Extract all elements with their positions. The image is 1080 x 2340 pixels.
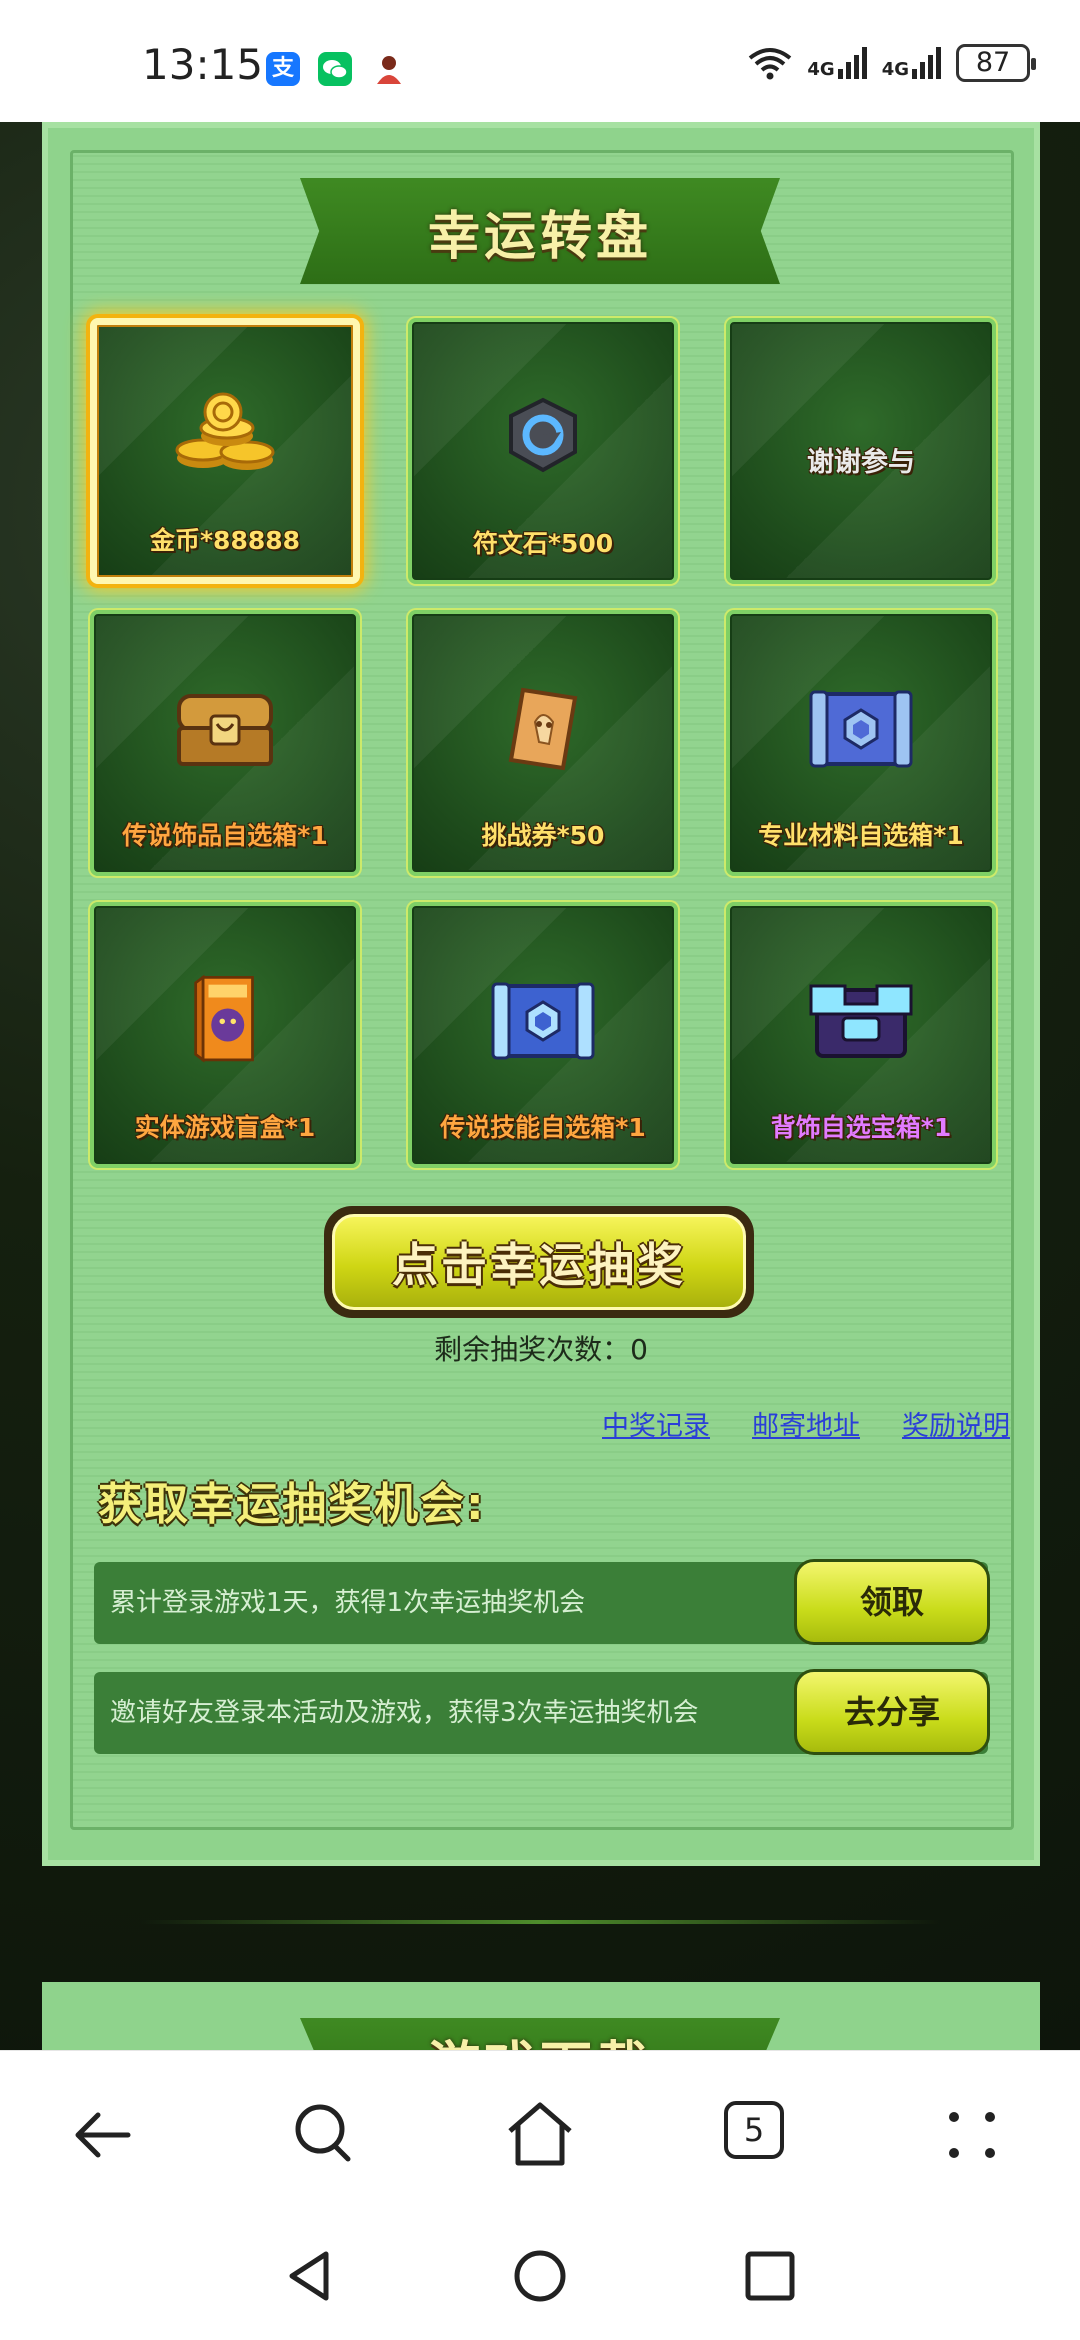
prize-cell[interactable]: 挑战券*50 (408, 610, 678, 876)
battery-indicator: 87 (956, 44, 1036, 82)
prize-label: 传说技能自选箱*1 (440, 1113, 646, 1142)
prize-label: 传说饰品自选箱*1 (122, 821, 328, 850)
legend-accessory-chest-icon (177, 693, 273, 766)
prize-cell[interactable]: 金币*88888 (90, 318, 360, 584)
tab-count: 5 (724, 2101, 784, 2159)
skill-chest-icon (491, 982, 595, 1060)
draw-button-label: 点击幸运抽奖 (392, 1238, 686, 1292)
download-panel: 游戏下载 (42, 1982, 1040, 2050)
prize-cell[interactable]: 传说饰品自选箱*1 (90, 610, 360, 876)
share-button[interactable]: 去分享 (794, 1669, 990, 1755)
wechat-icon (318, 52, 352, 86)
reward-rules-link[interactable]: 奖励说明 (902, 1404, 1010, 1443)
download-title-banner: 游戏下载 (300, 2018, 780, 2050)
blind-box-icon (194, 974, 254, 1063)
draw-lottery-button[interactable]: 点击幸运抽奖 (324, 1206, 754, 1318)
draw-button-face: 点击幸运抽奖 (332, 1214, 746, 1310)
lottery-panel: 幸运转盘 金币*88888 符文石*500 谢谢参与 传说饰品自选箱*1 挑战券… (42, 122, 1040, 1866)
task-row: 累计登录游戏1天，获得1次幸运抽奖机会 领取 (94, 1559, 990, 1645)
lottery-links: 中奖记录 邮寄地址 奖励说明 (602, 1404, 1010, 1443)
win-record-link[interactable]: 中奖记录 (602, 1404, 710, 1443)
prize-label: 实体游戏盲盒*1 (134, 1113, 316, 1142)
prize-label: 背饰自选宝箱*1 (770, 1113, 952, 1142)
status-time: 13:15 (142, 40, 264, 89)
signal-label: 4G (807, 59, 835, 80)
prize-grid: 金币*88888 符文石*500 谢谢参与 传说饰品自选箱*1 挑战券*50 专… (90, 318, 1000, 1168)
signal-label: 4G (881, 59, 909, 80)
rune-stone-icon (509, 397, 577, 472)
task-description: 累计登录游戏1天，获得1次幸运抽奖机会 (110, 1588, 586, 1618)
section-divider (140, 1920, 940, 1924)
mailing-address-link[interactable]: 邮寄地址 (752, 1404, 860, 1443)
remaining-draws: 剩余抽奖次数：0 (434, 1333, 648, 1366)
gold-coins-icon (175, 392, 275, 470)
search-icon[interactable] (286, 2097, 366, 2173)
home-icon[interactable] (500, 2097, 580, 2173)
lottery-title-banner: 幸运转盘 (300, 178, 780, 284)
status-indicators: 4G 4G 87 (747, 44, 1036, 82)
nav-home-icon[interactable] (512, 2248, 568, 2304)
download-title: 游戏下载 (428, 2024, 652, 2050)
web-page: 幸运转盘 金币*88888 符文石*500 谢谢参与 传说饰品自选箱*1 挑战券… (0, 122, 1080, 2050)
nav-recents-icon[interactable] (742, 2248, 798, 2304)
prize-label: 专业材料自选箱*1 (758, 821, 964, 850)
prize-label: 挑战券*50 (481, 821, 605, 850)
alipay-icon: 支 (266, 52, 300, 86)
challenge-ticket-icon (508, 687, 578, 770)
claim-button[interactable]: 领取 (794, 1559, 990, 1645)
prize-cell[interactable]: 实体游戏盲盒*1 (90, 902, 360, 1168)
wifi-icon (749, 48, 792, 80)
signal-1: 4G (807, 47, 867, 79)
lottery-title: 幸运转盘 (427, 206, 652, 267)
back-arrow-icon[interactable] (68, 2097, 148, 2173)
back-accessory-chest-icon (809, 984, 913, 1058)
task-row: 邀请好友登录本活动及游戏，获得3次幸运抽奖机会 去分享 (94, 1669, 990, 1755)
prize-label: 金币*88888 (149, 526, 301, 555)
browser-toolbar: 5 (0, 2050, 1080, 2214)
prize-label: 谢谢参与 (807, 447, 915, 478)
status-bar: 13:15 支 4G 4G 87 (0, 0, 1080, 122)
more-icon[interactable] (932, 2097, 1012, 2173)
system-navigation-bar (0, 2214, 1080, 2340)
prize-cell[interactable]: 符文石*500 (408, 318, 678, 584)
prize-cell[interactable]: 专业材料自选箱*1 (726, 610, 996, 876)
material-chest-icon (809, 690, 913, 768)
prize-cell[interactable]: 背饰自选宝箱*1 (726, 902, 996, 1168)
tabs-icon[interactable]: 5 (716, 2097, 796, 2173)
signal-bars-icon (912, 47, 941, 79)
app-avatar-icon (372, 52, 406, 86)
signal-2: 4G (882, 47, 942, 79)
signal-bars-icon (837, 47, 867, 79)
prize-cell[interactable]: 传说技能自选箱*1 (408, 902, 678, 1168)
prize-cell[interactable]: 谢谢参与 (726, 318, 996, 584)
chance-section-title: 获取幸运抽奖机会: (98, 1479, 486, 1530)
task-description: 邀请好友登录本活动及游戏，获得3次幸运抽奖机会 (110, 1698, 699, 1728)
nav-back-icon[interactable] (282, 2248, 338, 2304)
prize-label: 符文石*500 (472, 529, 614, 558)
